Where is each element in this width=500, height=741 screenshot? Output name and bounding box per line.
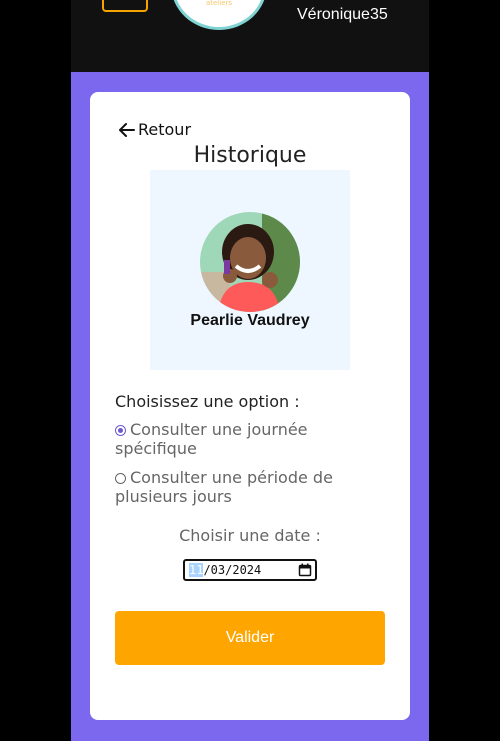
radio-unchecked-icon[interactable] xyxy=(115,473,126,484)
back-label: Retour xyxy=(138,120,192,139)
page-title: Historique xyxy=(193,143,307,168)
top-bar: ateliers Véronique35 xyxy=(71,0,429,72)
radio-checked-icon[interactable] xyxy=(115,425,126,436)
back-button[interactable]: Retour xyxy=(118,120,191,139)
date-rest: /03/2024 xyxy=(203,563,262,577)
history-card: Retour Historique Pearlie Vaudrey Choisi… xyxy=(90,92,410,720)
radio-single-day[interactable]: Consulter une journée spécifique xyxy=(115,420,365,458)
app-screen: ateliers Véronique35 Retour Historique P… xyxy=(71,0,429,741)
radio-period[interactable]: Consulter une période de plusieurs jours xyxy=(115,468,365,506)
radio-single-day-label: Consulter une journée spécifique xyxy=(115,420,308,458)
logo-text: ateliers xyxy=(205,0,233,7)
validate-button[interactable]: Valider xyxy=(115,611,385,665)
logo[interactable]: ateliers xyxy=(171,0,267,30)
menu-button[interactable] xyxy=(102,0,148,12)
arrow-left-icon xyxy=(118,122,136,138)
date-day-segment[interactable]: 11 xyxy=(189,563,204,577)
child-name: Pearlie Vaudrey xyxy=(190,312,310,329)
option-prompt: Choisissez une option : xyxy=(115,392,300,411)
avatar xyxy=(200,212,300,312)
username: Véronique35 xyxy=(297,6,388,23)
calendar-icon[interactable] xyxy=(298,563,312,577)
child-profile: Pearlie Vaudrey xyxy=(150,170,350,370)
radio-period-label: Consulter une période de plusieurs jours xyxy=(115,468,333,506)
date-input[interactable]: 11/03/2024 xyxy=(183,559,317,581)
date-label: Choisir une date : xyxy=(179,526,321,545)
